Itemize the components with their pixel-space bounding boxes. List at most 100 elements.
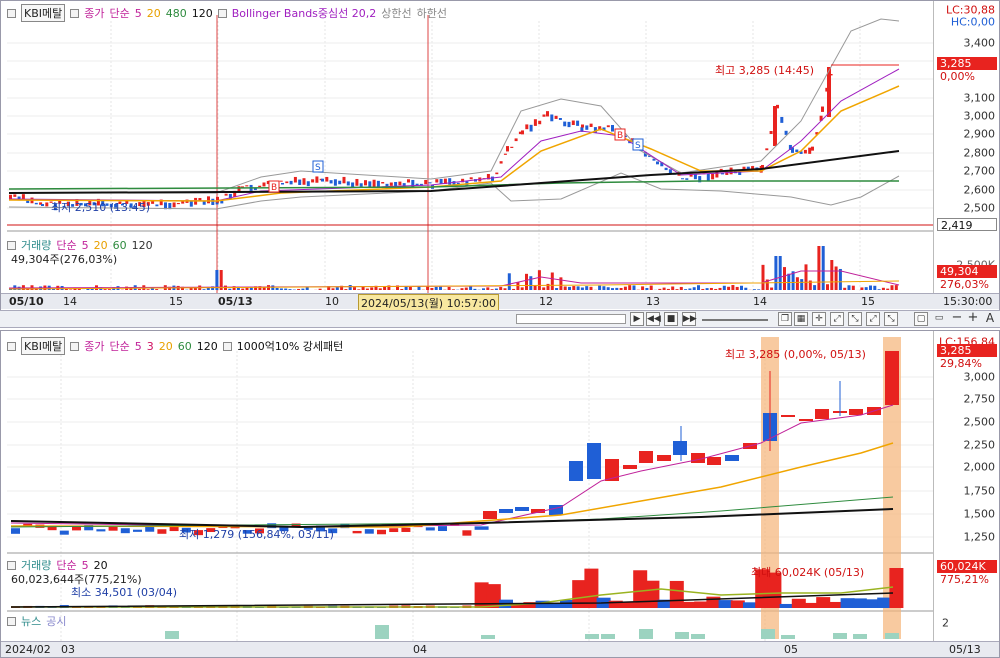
volume-bar	[817, 246, 821, 290]
volume-ma-60: 60	[112, 238, 127, 252]
stock-label[interactable]: KBI메탈	[21, 337, 66, 355]
intraday-chart-canvas[interactable]: B S B S	[1, 1, 1000, 312]
candle	[435, 179, 439, 183]
candle	[155, 204, 159, 207]
zoom-out-icon[interactable]: ⤡	[848, 312, 862, 326]
volume-ma-120: 120	[131, 238, 153, 252]
price-tick: 3,000	[963, 109, 996, 123]
volume-bar	[804, 264, 808, 290]
grid-icon[interactable]: ▦	[794, 312, 808, 326]
candle	[407, 179, 410, 183]
legend-checkbox[interactable]	[7, 616, 16, 626]
price-axis[interactable]: LC:156,84 3,285 29,84% 3,000 2,750 2,500…	[933, 331, 999, 641]
candle	[567, 121, 571, 128]
legend-lower-band: 하한선	[416, 7, 448, 20]
volume-bar	[894, 285, 898, 290]
candle	[245, 185, 249, 187]
cascade-icon[interactable]: ❐	[778, 312, 792, 326]
minus-icon[interactable]: −	[950, 311, 964, 326]
legend-checkbox[interactable]	[7, 560, 16, 570]
top-date-axis[interactable]: 05/10 14 15 05/13 10 12 13 14 15 2024/05…	[1, 293, 999, 311]
volume-bar	[869, 285, 872, 290]
candle	[693, 174, 697, 180]
volume-bar	[426, 286, 430, 290]
legend-ma-prefix: 단순	[109, 340, 130, 353]
candle	[769, 130, 773, 134]
candle	[885, 351, 899, 405]
volume-bar	[684, 289, 688, 290]
news-bar	[481, 635, 495, 639]
minus-icon[interactable]: ▭	[932, 312, 946, 326]
candle	[815, 409, 829, 419]
legend-checkbox[interactable]	[7, 240, 16, 250]
crosshair-icon[interactable]: ✛	[812, 312, 826, 326]
stop-icon[interactable]: ■	[664, 312, 678, 326]
volume-bar	[877, 597, 892, 608]
chart-toolbar: ▶ ◀◀ ■ ▶▶ ❐ ▦ ✛ ⤢ ⤡ ⤢ ⤡ ▢ ▭ − + A	[0, 310, 1000, 328]
volume-bar	[494, 288, 498, 290]
volume-bar	[671, 286, 675, 290]
candle	[514, 138, 518, 142]
candle	[45, 202, 49, 207]
volume-bar	[288, 289, 292, 290]
cascade-icon[interactable]: ⤡	[884, 312, 898, 326]
candle	[207, 196, 210, 204]
candle	[558, 118, 562, 120]
date-label: 05	[784, 643, 798, 656]
disclosure-label: 공시	[46, 615, 67, 628]
volume-bar	[507, 273, 511, 290]
volume-legend: 거래량 단순 5 20	[7, 557, 108, 573]
cascade-icon[interactable]: ⤢	[866, 312, 880, 326]
candle	[157, 529, 167, 534]
upper-band	[9, 18, 900, 194]
volume-bar	[816, 597, 831, 608]
legend-checkbox[interactable]	[222, 341, 232, 351]
volume-bar	[361, 286, 365, 290]
legend-checkbox[interactable]	[7, 341, 16, 351]
candle	[781, 415, 795, 417]
high-annotation: 최고 3,285 (0,00%, 05/13)	[725, 348, 866, 361]
stock-label[interactable]: KBI메탈	[21, 4, 66, 22]
candle	[529, 124, 533, 132]
forward-icon[interactable]: ▶▶	[682, 312, 697, 326]
volume-bar	[460, 288, 464, 290]
signal-marker-label: B	[271, 183, 277, 193]
zoom-in-icon[interactable]: ⤢	[830, 312, 844, 326]
volume-bar	[400, 289, 404, 290]
volume-bar	[598, 285, 602, 290]
volume-bar	[499, 287, 503, 290]
legend-checkbox[interactable]	[7, 8, 16, 18]
candle	[342, 176, 346, 184]
volume-bar	[245, 287, 249, 290]
volume-bar	[865, 599, 879, 608]
rewind-icon[interactable]: ◀◀	[646, 312, 661, 326]
candle	[220, 200, 224, 204]
legend-checkbox[interactable]	[217, 8, 227, 18]
box-icon[interactable]: ▢	[914, 312, 928, 326]
volume-bar	[813, 285, 817, 290]
scrollbar-track[interactable]	[516, 314, 626, 324]
candle	[491, 176, 494, 181]
price-axis[interactable]: LC:30,88 HC:0,00 3,400 3,100 3,000 2,900…	[933, 1, 999, 293]
volume-min-annotation: 최소 34,501 (03/04)	[71, 586, 178, 599]
candle	[483, 511, 497, 519]
volume-bar	[520, 287, 524, 290]
legend-checkbox[interactable]	[70, 341, 80, 351]
daily-chart-canvas[interactable]	[1, 331, 1000, 658]
candle	[321, 178, 324, 182]
candle	[389, 182, 393, 186]
news-bar	[781, 635, 795, 639]
volume-bar	[482, 288, 485, 290]
font-size-button[interactable]: A	[983, 312, 997, 326]
news-bar	[853, 634, 867, 639]
plus-icon[interactable]: +	[966, 311, 980, 326]
high-annotation: 최고 3,285 (14:45)	[715, 64, 815, 77]
volume-bar	[408, 287, 412, 290]
legend-checkbox[interactable]	[70, 8, 80, 18]
volume-bar	[533, 285, 537, 290]
bottom-date-axis[interactable]: 2024/02 03 04 05 05/13	[1, 641, 999, 657]
zoom-slider[interactable]	[702, 319, 768, 321]
play-icon[interactable]: ▶	[630, 312, 644, 326]
candle	[639, 451, 653, 463]
candle	[550, 114, 554, 122]
